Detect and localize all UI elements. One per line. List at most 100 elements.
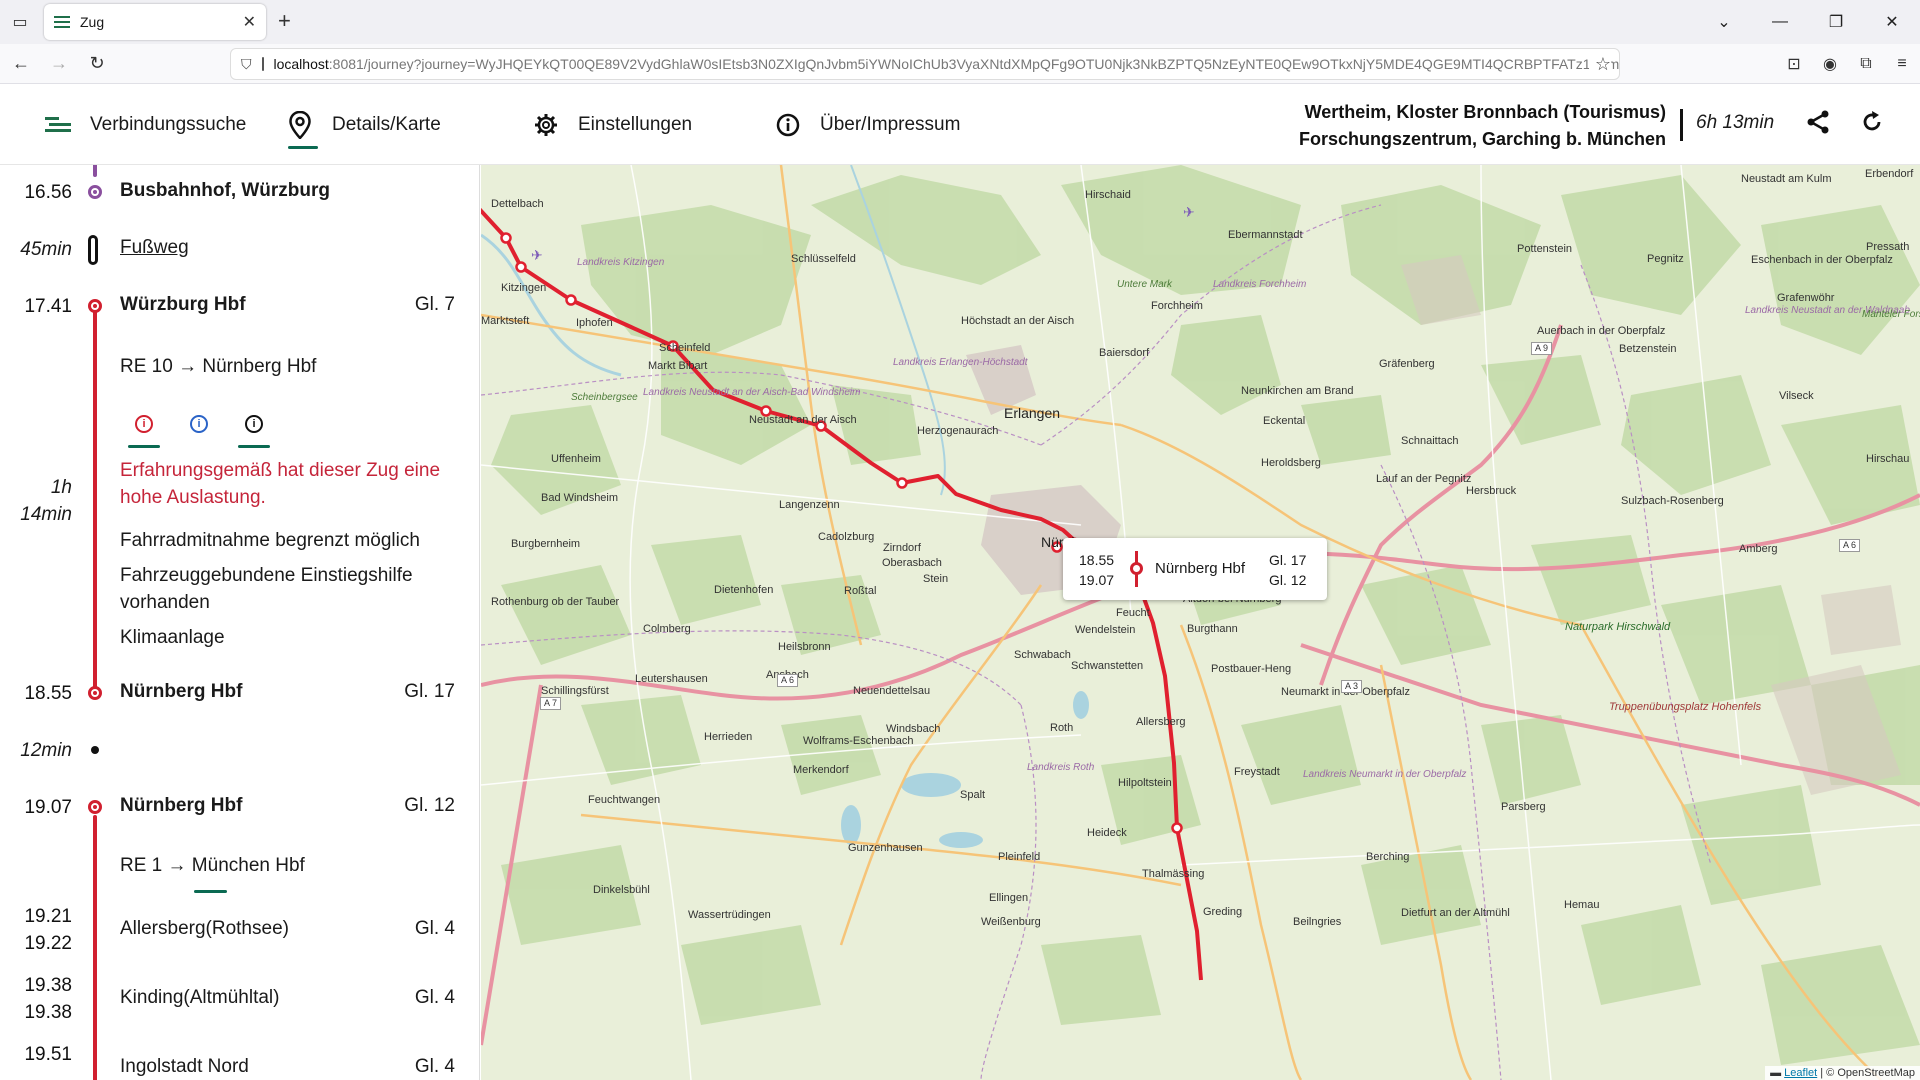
platform: Gl. 4 xyxy=(414,1056,455,1077)
tab-label: Über/Impressum xyxy=(820,114,961,135)
account-icon[interactable]: ◉ xyxy=(1812,54,1848,74)
gear-icon xyxy=(532,113,560,137)
map-place-label: Allersberg xyxy=(1136,716,1186,728)
map-place-label: Auerbach in der Oberpfalz xyxy=(1537,325,1666,337)
station-popup[interactable]: 18.55 19.07 Nürnberg Hbf Gl. 17 Gl. 12 xyxy=(1063,538,1327,600)
map-district-label: Landkreis Forchheim xyxy=(1213,279,1307,290)
map-district-label: Landkreis Roth xyxy=(1027,762,1095,773)
road-shield: A 6 xyxy=(1839,539,1861,552)
map-place-label: Dietenhofen xyxy=(714,584,774,596)
warning-info-icon[interactable]: i xyxy=(135,415,153,433)
map-place-label: Dietfurt an der Altmühl xyxy=(1401,907,1510,919)
map-district-label: Landkreis Neustadt an der Aisch-Bad Wind… xyxy=(643,387,860,398)
menu-icon[interactable]: ≡ xyxy=(1884,55,1920,73)
forward-icon[interactable]: → xyxy=(42,47,76,81)
tab-overflow-icon[interactable]: ⌄ xyxy=(1696,12,1752,32)
stop-name[interactable]: Ingolstadt Nord xyxy=(120,1056,249,1078)
back-icon[interactable]: ← xyxy=(4,47,38,81)
minimize-icon[interactable]: — xyxy=(1752,13,1808,31)
map-place-label: Hersbruck xyxy=(1466,485,1517,497)
shield-icon[interactable]: ⛉ xyxy=(241,56,252,73)
map-place-label: Marktsteft xyxy=(481,315,530,327)
train-favicon-icon xyxy=(54,16,70,28)
popup-station: Nürnberg Hbf xyxy=(1155,560,1246,577)
close-window-icon[interactable]: ✕ xyxy=(1864,12,1920,32)
stop-name[interactable]: Würzburg Hbf xyxy=(120,294,246,316)
map-place-label: Schillingsfürst xyxy=(541,685,609,697)
tab-verbindungssuche[interactable]: Verbindungssuche xyxy=(44,85,246,165)
tab-einstellungen[interactable]: Einstellungen xyxy=(532,85,692,165)
close-tab-icon[interactable]: ✕ xyxy=(243,12,256,32)
map-district-label: Landkreis Neustadt an der Waldnaab xyxy=(1745,305,1910,316)
leaflet-link[interactable]: Leaflet xyxy=(1784,1067,1817,1079)
map-place-label: Amberg xyxy=(1739,543,1778,555)
map-place-label: Stein xyxy=(923,573,949,585)
map-place-label: Wolframs-Eschenbach xyxy=(803,735,914,747)
map-place-label: Erbendorf xyxy=(1865,168,1914,180)
route-map[interactable]: ✈ ✈ Dettelbach Hirschaid Ebermannstadt N… xyxy=(481,165,1920,1080)
map-place-label: Dinkelsbühl xyxy=(593,884,650,896)
map-place-label: Gräfenberg xyxy=(1379,358,1435,370)
map-place-label: Windsbach xyxy=(886,723,941,735)
osm-attribution[interactable]: | © OpenStreetMap xyxy=(1820,1067,1915,1079)
stop-name[interactable]: Nürnberg Hbf xyxy=(120,681,242,703)
map-place-label: Schnaittach xyxy=(1401,435,1459,447)
pocket-icon[interactable]: ⊡ xyxy=(1776,54,1812,74)
new-tab-icon[interactable]: + xyxy=(278,8,291,34)
map-forest-label: Manteler Forst xyxy=(1862,309,1920,320)
platform: Gl. 12 xyxy=(404,795,455,816)
map-place-label: Neustadt an der Aisch xyxy=(749,414,857,426)
blue-info-icon[interactable]: i xyxy=(190,415,208,433)
train-duration-hours: 1h xyxy=(50,477,72,498)
map-place-label: Burgthann xyxy=(1187,623,1238,635)
route-divider xyxy=(1680,109,1683,141)
road-shield: A 9 xyxy=(1531,342,1553,355)
stop-name[interactable]: Kinding(Altmühltal) xyxy=(120,987,279,1009)
map-place-label: Thalmässing xyxy=(1142,868,1205,880)
train-label[interactable]: RE 1 → München Hbf xyxy=(120,855,305,877)
map-place-label: Cadolzburg xyxy=(818,531,875,543)
map-place-label: Ebermannstadt xyxy=(1228,229,1303,241)
map-district-label: Landkreis Kitzingen xyxy=(577,257,665,268)
extensions-icon[interactable]: ⧉ xyxy=(1848,55,1884,73)
browser-tab[interactable]: Zug ✕ xyxy=(44,4,266,40)
stop-arrival: 19.21 xyxy=(24,906,72,927)
refresh-icon[interactable] xyxy=(1860,110,1884,140)
train-duration-minutes: 14min xyxy=(20,504,72,525)
share-icon[interactable] xyxy=(1806,110,1830,140)
tab-list-icon[interactable]: ▭ xyxy=(0,0,40,44)
map-place-label: Forchheim xyxy=(1151,300,1203,312)
map-place-label: Bad Windsheim xyxy=(541,492,619,504)
route-to: Forschungszentrum, Garching b. München xyxy=(1298,129,1666,149)
road-shield: A 7 xyxy=(540,697,562,710)
black-info-icon[interactable]: i xyxy=(245,415,263,433)
restore-icon[interactable]: ❐ xyxy=(1808,12,1864,32)
bookmark-star-icon[interactable]: ☆ xyxy=(1588,54,1611,75)
popup-platform-departure: Gl. 12 xyxy=(1269,572,1307,588)
tab-details-karte[interactable]: Details/Karte xyxy=(286,85,441,165)
stop-name[interactable]: Allersberg(Rothsee) xyxy=(120,918,289,940)
map-place-label: Dettelbach xyxy=(491,198,544,210)
stop-name[interactable]: Nürnberg Hbf xyxy=(120,795,242,817)
map-district-label: Landkreis Neumarkt in der Oberpfalz xyxy=(1303,769,1467,780)
route-search-icon xyxy=(44,117,72,133)
popup-platform-arrival: Gl. 17 xyxy=(1269,552,1307,568)
map-place-label: Merkendorf xyxy=(793,764,849,776)
popup-arrival: 18.55 xyxy=(1079,552,1115,568)
walk-link[interactable]: Fußweg xyxy=(120,237,189,259)
map-place-label: Feucht xyxy=(1116,607,1150,619)
map-place-label: Uffenheim xyxy=(551,453,601,465)
svg-text:✈: ✈ xyxy=(531,247,543,263)
occupancy-warning: Erfahrungsgemäß hat dieser Zug eine hohe… xyxy=(120,460,441,508)
map-place-label: Neustadt am Kulm xyxy=(1741,173,1832,185)
stop-departure: 19.22 xyxy=(24,933,72,954)
map-area-label: Truppenübungsplatz Hohenfels xyxy=(1609,701,1762,713)
stop-name[interactable]: Busbahnhof, Würzburg xyxy=(120,180,330,202)
reload-icon[interactable]: ↻ xyxy=(80,47,114,81)
tab-ueber-impressum[interactable]: Über/Impressum xyxy=(774,85,960,165)
stop-time: 19.07 xyxy=(24,797,72,818)
train-label[interactable]: RE 10 → Nürnberg Hbf xyxy=(120,356,316,378)
map-place-label: Schlüsselfeld xyxy=(791,253,856,265)
url-bar[interactable]: ⛉ localhost:8081/journey?journey=WyJHQEY… xyxy=(230,48,1620,80)
map-place-label: Greding xyxy=(1203,906,1243,918)
